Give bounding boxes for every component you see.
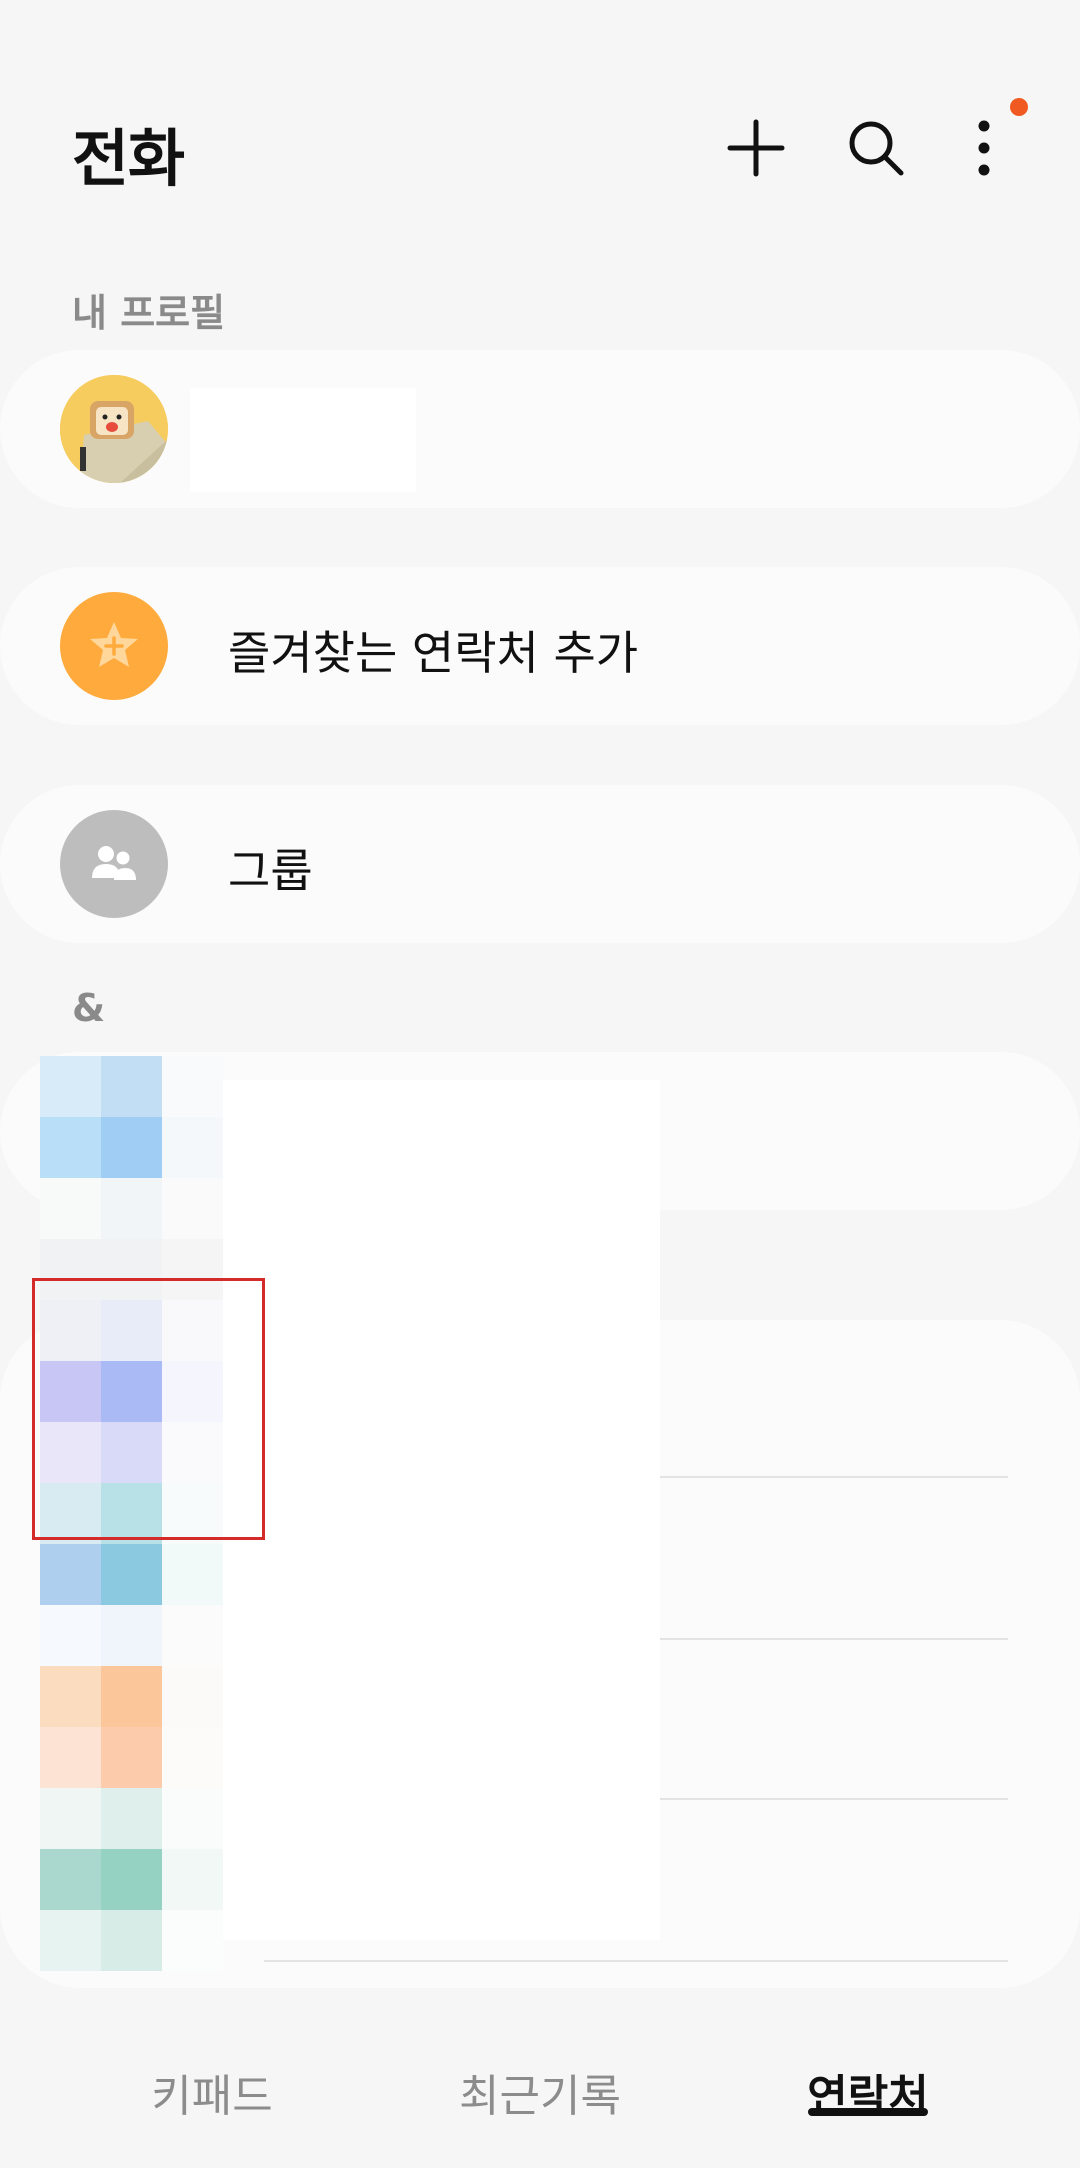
toast-character-avatar — [60, 375, 168, 483]
groups-label: 그룹 — [228, 844, 313, 898]
my-profile-card[interactable] — [0, 350, 1080, 508]
search-icon — [849, 121, 904, 176]
add-favorite-contact-row[interactable]: 즐겨찾는 연락처 추가 — [0, 567, 1080, 725]
people-icon — [60, 810, 168, 918]
my-profile-section-label: 내 프로필 — [72, 291, 226, 335]
search-button[interactable] — [836, 108, 916, 188]
plus-icon — [727, 119, 785, 177]
star-add-icon — [60, 592, 168, 700]
contact-divider — [264, 1960, 1008, 1962]
more-options-button[interactable] — [944, 108, 1024, 188]
bottom-navigation: 키패드 최근기록 연락처 — [0, 2010, 1080, 2150]
profile-name-redacted — [190, 388, 416, 492]
add-contact-button[interactable] — [716, 108, 796, 188]
highlight-box — [32, 1278, 265, 1540]
contact-divider — [660, 1798, 1008, 1800]
contact-divider — [660, 1638, 1008, 1640]
page-title: 전화 — [72, 122, 185, 195]
tab-keypad[interactable]: 키패드 — [151, 2060, 272, 2124]
add-favorite-label: 즐겨찾는 연락처 추가 — [228, 626, 639, 680]
redacted-contact-names — [222, 1080, 660, 1940]
notification-dot — [1010, 98, 1028, 116]
contacts-section-label: & — [72, 986, 106, 1030]
groups-row[interactable]: 그룹 — [0, 785, 1080, 943]
active-tab-indicator — [808, 2108, 928, 2116]
more-vertical-icon — [978, 120, 990, 176]
contact-divider — [660, 1476, 1008, 1478]
tab-recents[interactable]: 최근기록 — [459, 2060, 621, 2124]
